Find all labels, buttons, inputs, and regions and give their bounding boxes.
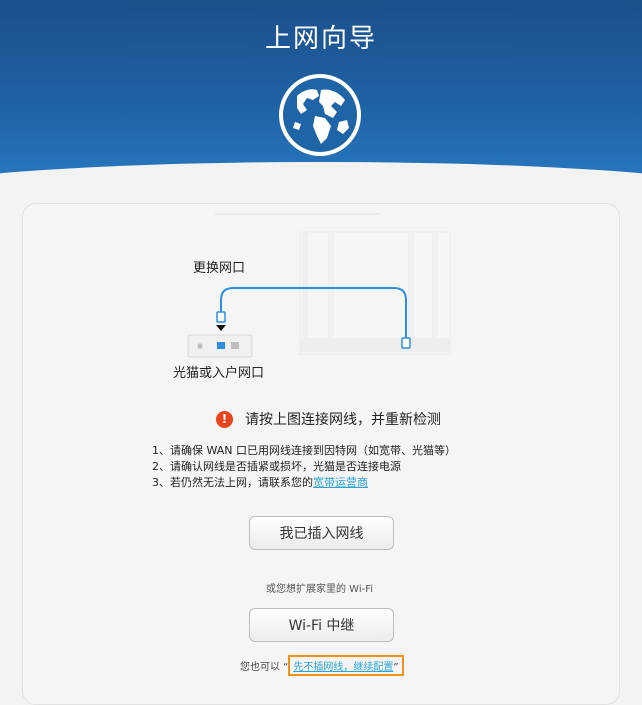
replace-port-label: 更换网口 xyxy=(193,261,246,276)
tip-item: 2、请确认网线是否插紧或损坏，光猫是否连接电源 xyxy=(152,460,401,473)
skip-row: 您也可以 “先不插网线，继续配置” xyxy=(240,655,404,676)
tip-item: 1、请确保 WAN 口已用网线连接到因特网（如宽带、光猫等） xyxy=(152,444,457,457)
tip-item: 3、若仍然无法上网，请联系您的宽带运营商 xyxy=(152,475,456,491)
tip-text: 3、若仍然无法上网，请联系您的 xyxy=(152,476,313,489)
wifi-relay-button[interactable]: Wi-Fi 中继 xyxy=(249,608,394,642)
skip-cable-link[interactable]: 先不插网线，继续配置 xyxy=(293,662,393,673)
globe-icon xyxy=(279,74,361,156)
skip-suffix-text: ” xyxy=(393,662,399,673)
warning-text: 请按上图连接网线，并重新检测 xyxy=(245,412,441,428)
isp-link[interactable]: 宽带运营商 xyxy=(313,476,368,489)
skip-prefix-text: 您也可以 “ xyxy=(240,662,289,673)
exclamation-icon: ! xyxy=(216,410,233,428)
plugged-in-button[interactable]: 我已插入网线 xyxy=(249,516,394,550)
header-banner: 上网向导 xyxy=(0,0,642,200)
tips-list: 1、请确保 WAN 口已用网线连接到因特网（如宽带、光猫等） 2、请确认网线是否… xyxy=(152,443,456,491)
modem-port-label: 光猫或入户网口 xyxy=(173,366,265,381)
warning-row: ! 请按上图连接网线，并重新检测 xyxy=(216,409,441,429)
extend-wifi-text: 或您想扩展家里的 Wi-Fi xyxy=(266,584,374,595)
page-title: 上网向导 xyxy=(264,24,377,54)
skip-link-highlight: 先不插网线，继续配置” xyxy=(288,655,404,676)
